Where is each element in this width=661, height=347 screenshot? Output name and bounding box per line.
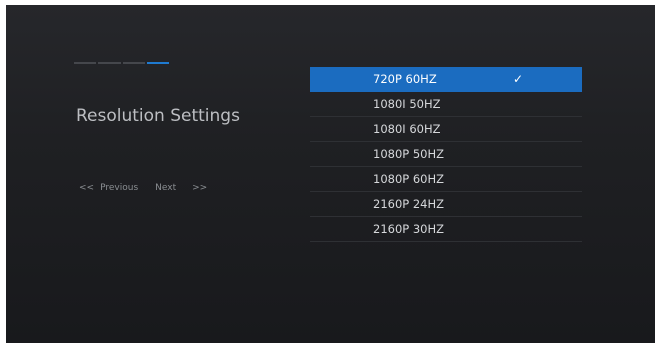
resolution-option-label: 1080P 60HZ bbox=[373, 172, 445, 186]
previous-arrow-icon[interactable]: << bbox=[79, 183, 94, 193]
resolution-list: 720P 60HZ ✓ 1080I 50HZ 1080I 60HZ 1080P … bbox=[310, 67, 582, 242]
resolution-option-1080p-50hz[interactable]: 1080P 50HZ bbox=[310, 142, 582, 167]
next-arrow-icon[interactable]: >> bbox=[192, 183, 207, 193]
resolution-option-2160p-24hz[interactable]: 2160P 24HZ bbox=[310, 192, 582, 217]
progress-step-1 bbox=[74, 62, 97, 64]
resolution-option-label: 720P 60HZ bbox=[373, 72, 437, 86]
step-progress-bar bbox=[74, 62, 169, 64]
resolution-option-720p-60hz[interactable]: 720P 60HZ ✓ bbox=[310, 67, 582, 92]
progress-step-3 bbox=[122, 62, 145, 64]
resolution-option-1080i-60hz[interactable]: 1080I 60HZ bbox=[310, 117, 582, 142]
progress-step-4 bbox=[146, 62, 169, 64]
next-button[interactable]: Next bbox=[155, 183, 176, 193]
resolution-option-label: 1080I 50HZ bbox=[373, 97, 441, 111]
previous-button[interactable]: Previous bbox=[100, 183, 138, 193]
checkmark-icon: ✓ bbox=[513, 72, 524, 86]
page-title: Resolution Settings bbox=[76, 106, 240, 126]
progress-step-2 bbox=[98, 62, 121, 64]
resolution-option-label: 1080I 60HZ bbox=[373, 122, 441, 136]
resolution-option-label: 2160P 24HZ bbox=[373, 197, 445, 211]
resolution-option-label: 1080P 50HZ bbox=[373, 147, 445, 161]
resolution-option-1080p-60hz[interactable]: 1080P 60HZ bbox=[310, 167, 582, 192]
step-navigation: << Previous Next >> bbox=[79, 183, 207, 193]
tv-screen: Resolution Settings << Previous Next >> … bbox=[6, 5, 655, 343]
resolution-option-2160p-30hz[interactable]: 2160P 30HZ bbox=[310, 217, 582, 242]
resolution-option-label: 2160P 30HZ bbox=[373, 222, 445, 236]
resolution-option-1080i-50hz[interactable]: 1080I 50HZ bbox=[310, 92, 582, 117]
